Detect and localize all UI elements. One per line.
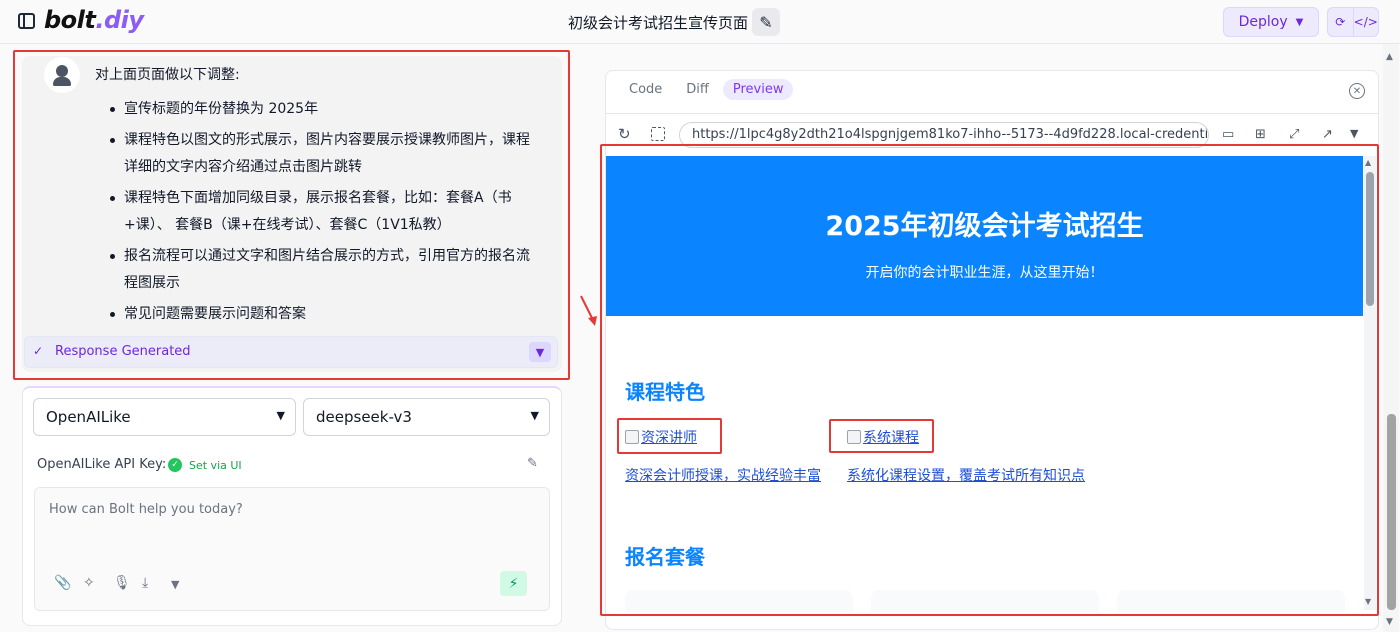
sparkles-icon[interactable]: ✧ [83, 575, 95, 591]
send-button[interactable]: ⚡ [500, 571, 527, 596]
deploy-label: Deploy [1238, 14, 1288, 30]
paperclip-icon[interactable]: 📎 [54, 575, 71, 591]
check-circle-icon: ✓ [168, 458, 182, 472]
model-select[interactable]: deepseek-v3 ▼ [303, 398, 550, 436]
workbench-tabs: Code Diff Preview [619, 79, 794, 100]
provider-select[interactable]: OpenAILike ▼ [33, 398, 296, 436]
chevron-down-icon: ▼ [1295, 16, 1304, 28]
code-view-icon[interactable]: </> [1354, 8, 1379, 36]
microphone-icon[interactable]: 🎙 [113, 575, 131, 591]
element-select-icon[interactable] [651, 127, 665, 141]
download-icon[interactable]: ⤓ [142, 575, 148, 591]
divider [606, 113, 1378, 114]
reload-icon[interactable]: ↻ [618, 125, 631, 143]
project-title: 初级会计考试招生宣传页面 [568, 14, 749, 32]
prompt-input-container [34, 487, 550, 611]
view-toggle-group: ⟳ </> [1327, 7, 1379, 37]
device-mode-icon[interactable]: ▭ [1222, 127, 1234, 142]
sidebar-toggle-icon[interactable] [18, 13, 35, 29]
red-arrow-annotation [580, 295, 597, 326]
chevron-down-icon: ▼ [276, 409, 285, 422]
tab-code[interactable]: Code [619, 79, 672, 100]
highlight-box-preview [600, 144, 1379, 616]
chevron-down-icon[interactable]: ▼ [171, 578, 179, 591]
page-scroll-thumb[interactable] [1387, 414, 1396, 610]
api-key-label: OpenAILike API Key: [37, 457, 167, 472]
tab-diff[interactable]: Diff [676, 79, 719, 100]
layout-icon[interactable]: ⊞ [1255, 127, 1266, 142]
api-key-status: Set via UI [189, 459, 242, 472]
pencil-icon: ✎ [759, 12, 773, 32]
chat-icon[interactable]: ⟳ [1328, 8, 1354, 36]
edit-title-button[interactable]: ✎ [752, 8, 780, 36]
app-logo[interactable]: bolt.diy [44, 6, 144, 34]
pencil-icon[interactable]: ✎ [527, 456, 538, 471]
prompt-input[interactable] [49, 502, 529, 552]
deploy-button[interactable]: Deploy ▼ [1223, 7, 1319, 37]
highlight-box-chat [13, 50, 570, 380]
chevron-down-icon[interactable]: ▼ [1350, 127, 1358, 140]
fullscreen-icon[interactable]: ⤢ [1289, 127, 1299, 142]
scroll-down-icon[interactable]: ▼ [1386, 617, 1393, 627]
scroll-up-icon[interactable]: ▲ [1386, 52, 1393, 62]
close-icon[interactable]: ✕ [1349, 83, 1365, 99]
top-header: bolt.diy 初级会计考试招生宣传页面 ✎ Deploy ▼ ⟳ </> [0, 0, 1400, 44]
chevron-down-icon: ▼ [530, 409, 539, 422]
lightning-icon: ⚡ [508, 575, 519, 592]
open-external-icon[interactable]: ↗ [1322, 127, 1333, 142]
tab-preview[interactable]: Preview [722, 79, 794, 100]
